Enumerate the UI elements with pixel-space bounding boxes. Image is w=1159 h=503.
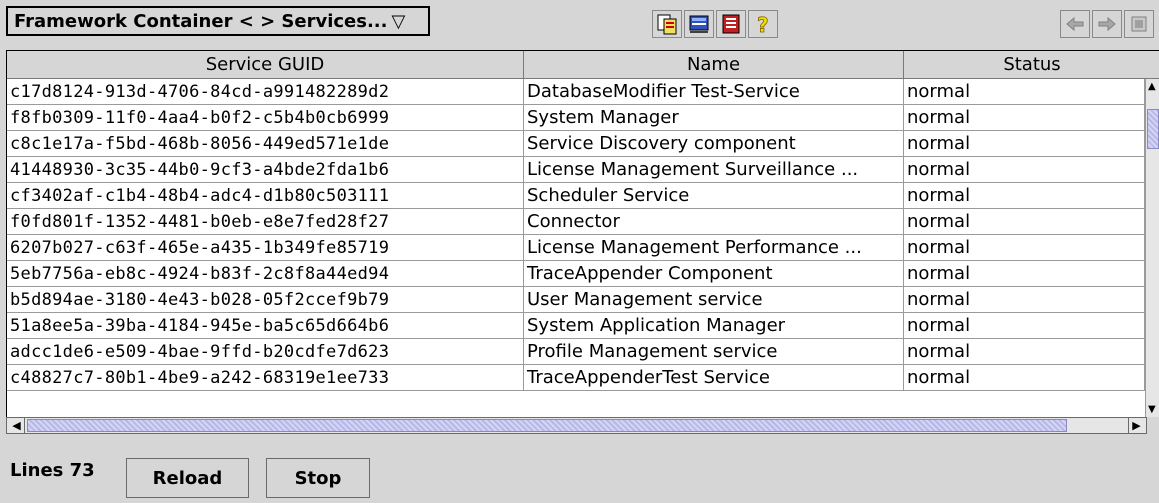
horizontal-scroll-thumb[interactable] [27, 419, 1067, 432]
cell-name: User Management service [524, 287, 904, 313]
cell-guid: c48827c7-80b1-4be9-a242-68319e1ee733 [7, 365, 524, 391]
cell-name: Profile Management service [524, 339, 904, 365]
copy-button[interactable] [652, 10, 682, 38]
table-row[interactable]: 6207b027-c63f-465e-a435-1b349fe85719 Lic… [7, 235, 1145, 261]
cell-status: normal [904, 157, 1145, 183]
table-row[interactable]: c17d8124-913d-4706-84cd-a991482289d2 Dat… [7, 79, 1145, 105]
stop-button[interactable]: Stop [266, 458, 370, 498]
vertical-scroll-thumb[interactable] [1147, 109, 1159, 149]
refresh-icon [1128, 13, 1150, 35]
cell-guid: adcc1de6-e509-4bae-9ffd-b20cdfe7d623 [7, 339, 524, 365]
table-row[interactable]: cf3402af-c1b4-48b4-adc4-d1b80c503111 Sch… [7, 183, 1145, 209]
monitor-button[interactable] [684, 10, 714, 38]
cell-status: normal [904, 339, 1145, 365]
cell-status: normal [904, 261, 1145, 287]
cell-status: normal [904, 235, 1145, 261]
cell-name: TraceAppenderTest Service [524, 365, 904, 391]
copy-icon [656, 13, 678, 35]
table-body: c17d8124-913d-4706-84cd-a991482289d2 Dat… [7, 79, 1145, 391]
chevron-down-icon: ▽ [391, 10, 406, 32]
cell-name: License Management Performance ... [524, 235, 904, 261]
cell-name: License Management Surveillance ... [524, 157, 904, 183]
cell-status: normal [904, 313, 1145, 339]
table-row[interactable]: f0fd801f-1352-4481-b0eb-e8e7fed28f27 Con… [7, 209, 1145, 235]
cell-status: normal [904, 79, 1145, 105]
cell-guid: 5eb7756a-eb8c-4924-b83f-2c8f8a44ed94 [7, 261, 524, 287]
table-row[interactable]: c48827c7-80b1-4be9-a242-68319e1ee733 Tra… [7, 365, 1145, 391]
table-header: Service GUID Name Status [7, 51, 1159, 79]
column-header-status[interactable]: Status [904, 51, 1159, 79]
back-button[interactable] [1060, 10, 1090, 38]
help-button[interactable]: ? [748, 10, 778, 38]
view-selector-label: Framework Container < > Services... [14, 10, 388, 32]
cell-status: normal [904, 131, 1145, 157]
reload-button[interactable]: Reload [126, 458, 249, 498]
cell-name: System Manager [524, 105, 904, 131]
column-header-name[interactable]: Name [524, 51, 904, 79]
table-row[interactable]: 41448930-3c35-44b0-9cf3-a4bde2fda1b6 Lic… [7, 157, 1145, 183]
cell-status: normal [904, 105, 1145, 131]
svg-text:?: ? [757, 13, 769, 35]
cell-status: normal [904, 183, 1145, 209]
toolbar: Framework Container < > Services... ▽ ? [0, 0, 1159, 48]
cell-name: DatabaseModifier Test-Service [524, 79, 904, 105]
cell-status: normal [904, 287, 1145, 313]
view-selector-dropdown[interactable]: Framework Container < > Services... ▽ [6, 6, 430, 36]
list-button[interactable] [716, 10, 746, 38]
scroll-right-icon[interactable]: ▶ [1128, 418, 1144, 433]
cell-status: normal [904, 209, 1145, 235]
column-header-guid[interactable]: Service GUID [7, 51, 524, 79]
cell-guid: f0fd801f-1352-4481-b0eb-e8e7fed28f27 [7, 209, 524, 235]
forward-icon [1096, 13, 1118, 35]
cell-name: Service Discovery component [524, 131, 904, 157]
scroll-down-icon[interactable]: ▼ [1148, 404, 1156, 415]
refresh-button[interactable] [1124, 10, 1154, 38]
cell-guid: 41448930-3c35-44b0-9cf3-a4bde2fda1b6 [7, 157, 524, 183]
cell-guid: b5d894ae-3180-4e43-b028-05f2ccef9b79 [7, 287, 524, 313]
monitor-icon [688, 13, 710, 35]
services-table: Service GUID Name Status c17d8124-913d-4… [6, 50, 1159, 417]
table-row[interactable]: 5eb7756a-eb8c-4924-b83f-2c8f8a44ed94 Tra… [7, 261, 1145, 287]
horizontal-scrollbar[interactable]: ◀ ▶ [6, 417, 1147, 434]
table-row[interactable]: c8c1e17a-f5bd-468b-8056-449ed571e1de Ser… [7, 131, 1145, 157]
forward-button[interactable] [1092, 10, 1122, 38]
cell-status: normal [904, 365, 1145, 391]
table-row[interactable]: adcc1de6-e509-4bae-9ffd-b20cdfe7d623 Pro… [7, 339, 1145, 365]
cell-guid: f8fb0309-11f0-4aa4-b0f2-c5b4b0cb6999 [7, 105, 524, 131]
status-bar: Lines 73 Reload Stop [0, 440, 1159, 503]
cell-guid: cf3402af-c1b4-48b4-adc4-d1b80c503111 [7, 183, 524, 209]
cell-guid: c17d8124-913d-4706-84cd-a991482289d2 [7, 79, 524, 105]
scroll-up-icon[interactable]: ▲ [1148, 81, 1156, 92]
back-icon [1064, 13, 1086, 35]
cell-guid: 6207b027-c63f-465e-a435-1b349fe85719 [7, 235, 524, 261]
cell-guid: 51a8ee5a-39ba-4184-945e-ba5c65d664b6 [7, 313, 524, 339]
table-row[interactable]: f8fb0309-11f0-4aa4-b0f2-c5b4b0cb6999 Sys… [7, 105, 1145, 131]
table-row[interactable]: 51a8ee5a-39ba-4184-945e-ba5c65d664b6 Sys… [7, 313, 1145, 339]
cell-name: Connector [524, 209, 904, 235]
vertical-scrollbar[interactable]: ▲ ▼ [1145, 79, 1159, 417]
cell-name: Scheduler Service [524, 183, 904, 209]
table-row[interactable]: b5d894ae-3180-4e43-b028-05f2ccef9b79 Use… [7, 287, 1145, 313]
cell-guid: c8c1e17a-f5bd-468b-8056-449ed571e1de [7, 131, 524, 157]
lines-count: Lines 73 [10, 460, 95, 481]
help-icon: ? [752, 13, 774, 35]
scroll-left-icon[interactable]: ◀ [9, 418, 25, 433]
list-icon [720, 13, 742, 35]
cell-name: TraceAppender Component [524, 261, 904, 287]
cell-name: System Application Manager [524, 313, 904, 339]
